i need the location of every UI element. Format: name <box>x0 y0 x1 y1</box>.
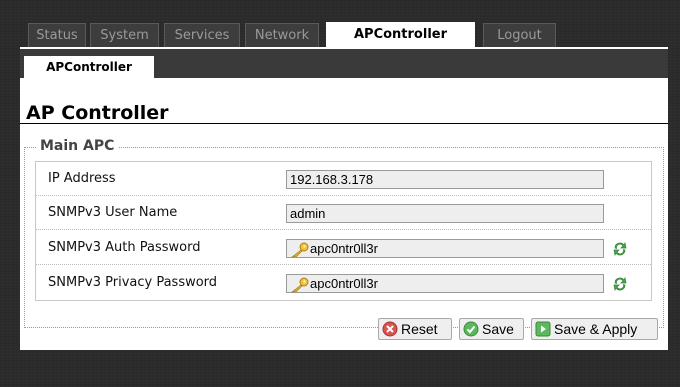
save-apply-button[interactable]: Save & Apply <box>531 318 658 340</box>
apply-icon <box>535 321 551 337</box>
snmp-auth-input[interactable]: apc0ntr0ll3r <box>286 239 604 258</box>
snmp-privacy-input[interactable]: apc0ntr0ll3r <box>286 274 604 293</box>
save-apply-label: Save & Apply <box>554 321 638 337</box>
key-icon <box>291 242 309 257</box>
ip-address-row: IP Address 192.168.3.178 <box>36 162 651 196</box>
reveal-password-icon[interactable] <box>612 241 628 257</box>
form-actions: Reset Save Save & Apply <box>378 318 658 340</box>
subtab-apcontroller[interactable]: APController <box>24 56 154 79</box>
key-icon <box>291 277 309 292</box>
reset-label: Reset <box>401 321 438 337</box>
snmp-user-label: SNMPv3 User Name <box>48 205 178 220</box>
ip-address-input[interactable]: 192.168.3.178 <box>286 170 604 189</box>
snmp-auth-value: apc0ntr0ll3r <box>310 241 378 256</box>
snmp-user-input[interactable]: admin <box>286 204 604 223</box>
snmp-privacy-label: SNMPv3 Privacy Password <box>48 275 218 290</box>
tab-apcontroller[interactable]: APController <box>326 22 475 48</box>
ip-address-label: IP Address <box>48 171 116 186</box>
save-label: Save <box>482 321 514 337</box>
snmp-privacy-row: SNMPv3 Privacy Password apc0ntr0ll3r <box>36 266 651 300</box>
page-title: AP Controller <box>26 102 169 124</box>
reveal-password-icon[interactable] <box>612 276 628 292</box>
main-content: AP Controller Main APC IP Address 192.16… <box>20 78 668 350</box>
tab-logout[interactable]: Logout <box>483 23 556 47</box>
snmp-user-row: SNMPv3 User Name admin <box>36 196 651 230</box>
reset-icon <box>382 321 398 337</box>
tab-system[interactable]: System <box>90 23 159 47</box>
main-apc-section: Main APC IP Address 192.168.3.178 SNMPv3… <box>24 138 664 328</box>
section-legend: Main APC <box>36 138 119 154</box>
settings-table: IP Address 192.168.3.178 SNMPv3 User Nam… <box>35 161 652 301</box>
sub-navigation: APController <box>20 47 668 79</box>
save-button[interactable]: Save <box>459 318 524 340</box>
tab-network[interactable]: Network <box>245 23 319 47</box>
title-divider <box>20 123 668 124</box>
snmp-privacy-value: apc0ntr0ll3r <box>310 276 378 291</box>
reset-button[interactable]: Reset <box>378 318 452 340</box>
snmp-auth-row: SNMPv3 Auth Password apc0ntr0ll3r <box>36 231 651 265</box>
save-icon <box>463 321 479 337</box>
snmp-auth-label: SNMPv3 Auth Password <box>48 240 201 255</box>
tab-services[interactable]: Services <box>164 23 240 47</box>
tab-status[interactable]: Status <box>28 23 86 47</box>
